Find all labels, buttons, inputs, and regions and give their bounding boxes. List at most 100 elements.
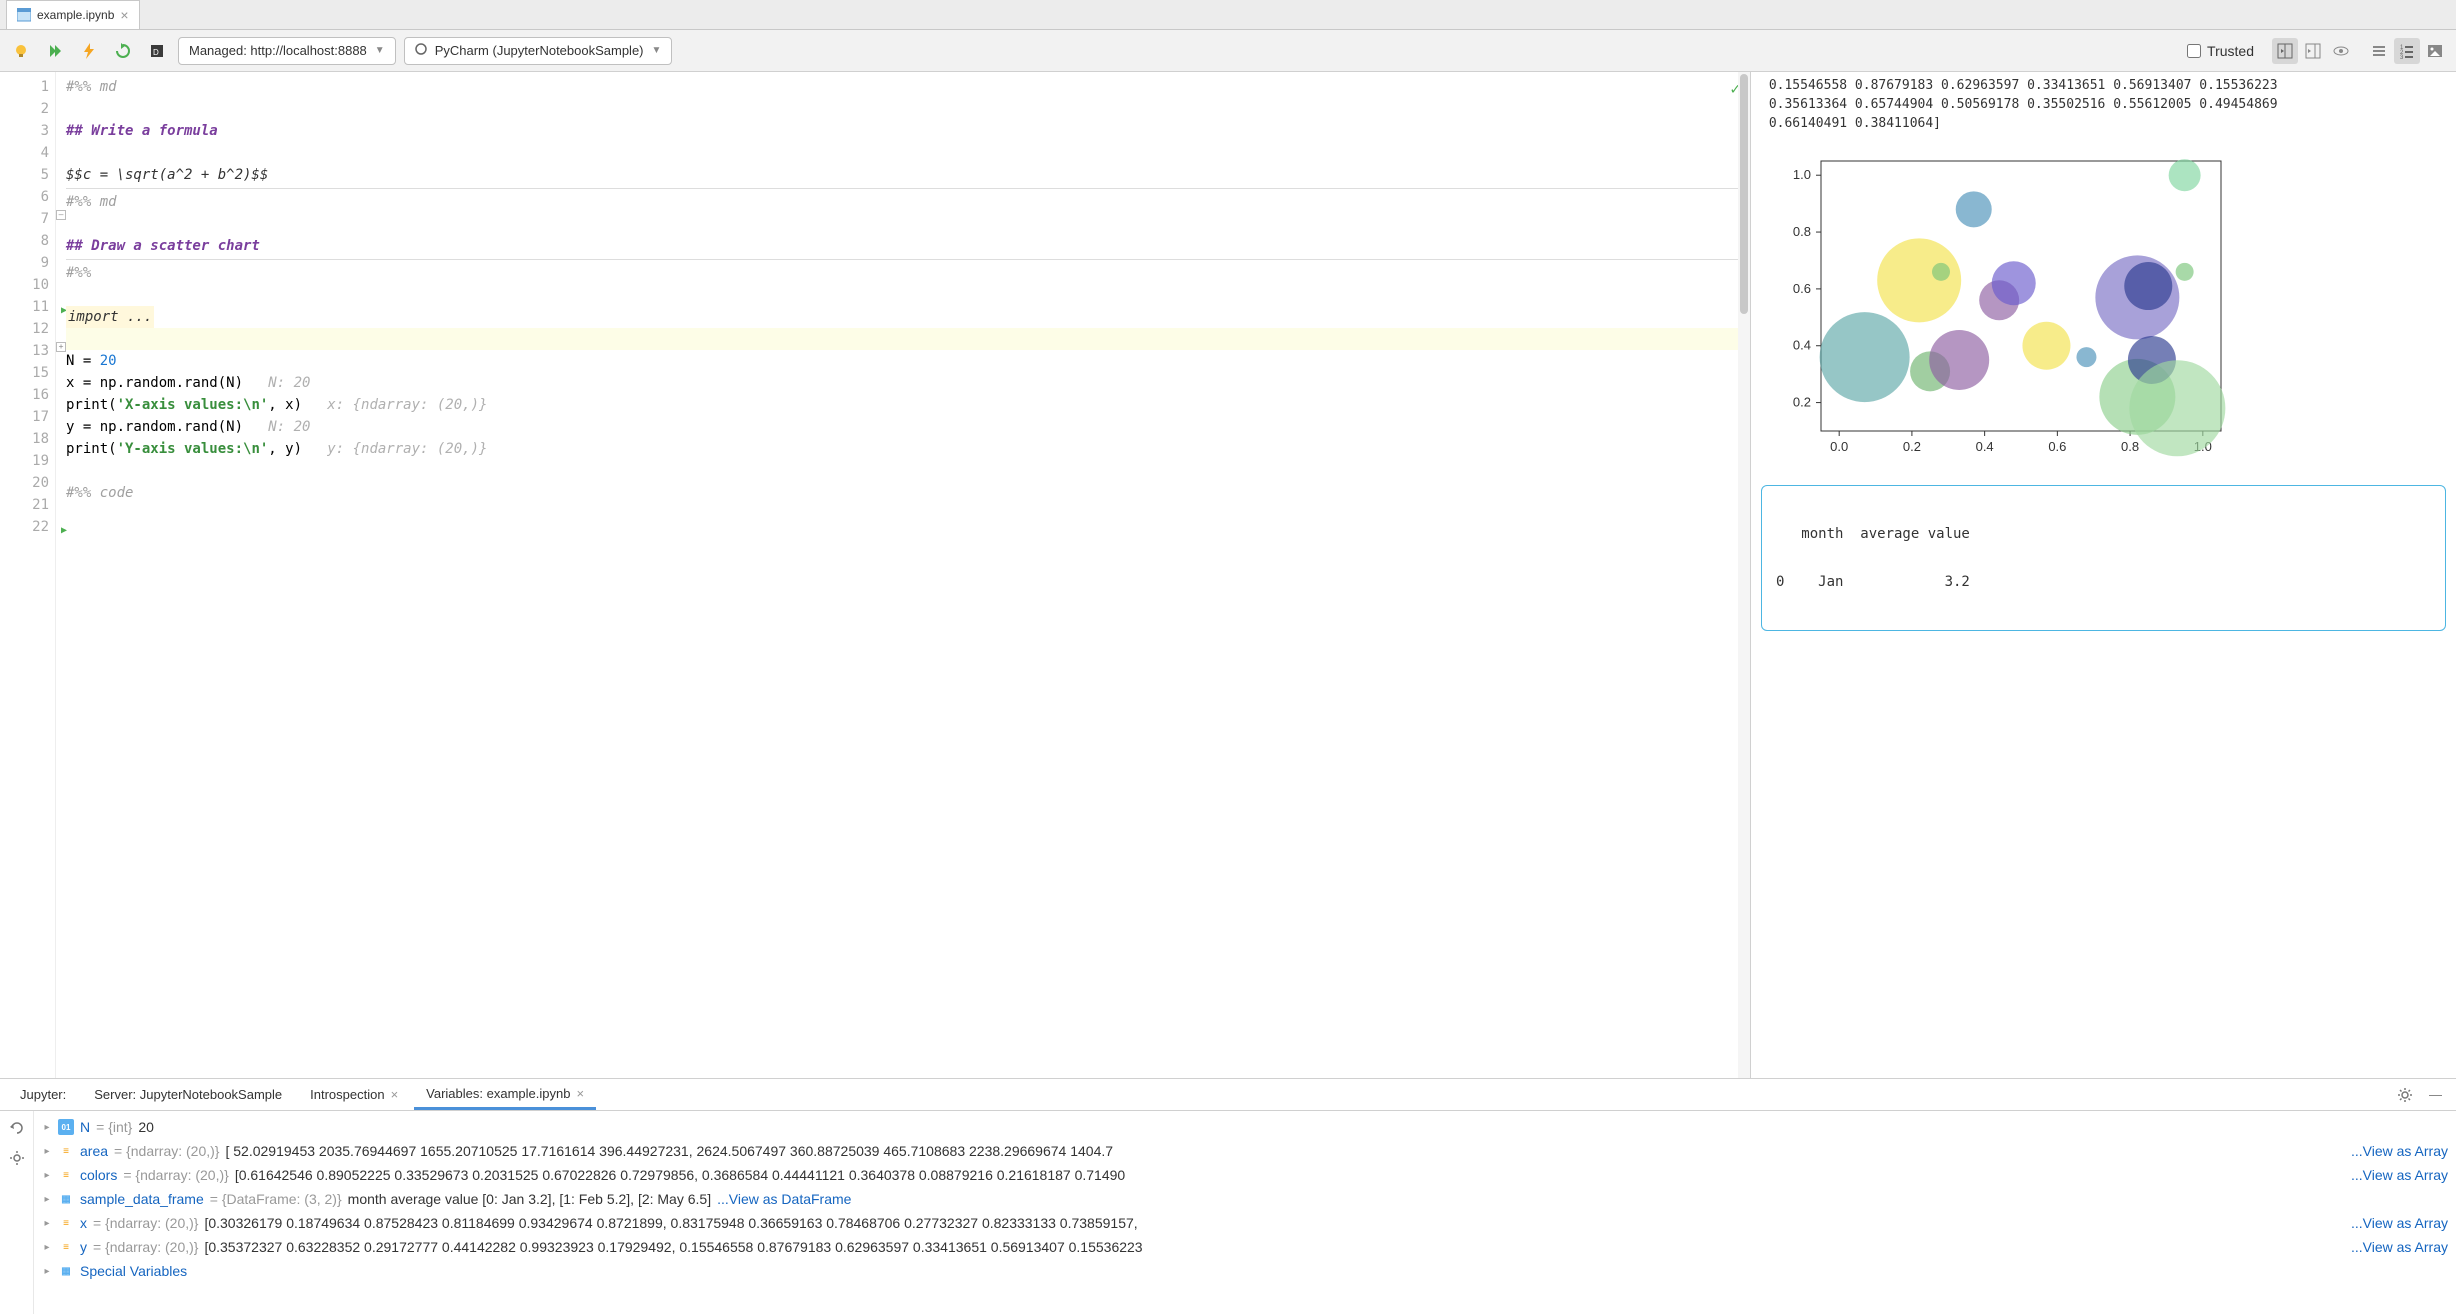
view-as-link[interactable]: ...View as Array: [2343, 1215, 2448, 1231]
var-type: = {ndarray: (20,)}: [114, 1143, 219, 1159]
restart-icon[interactable]: [110, 38, 136, 64]
expand-icon[interactable]: ▸: [42, 1146, 52, 1157]
line-number: 7: [0, 208, 49, 230]
var-type: = {ndarray: (20,)}: [93, 1215, 198, 1231]
variable-row[interactable]: ▸≡area = {ndarray: (20,)} [ 52.02919453 …: [42, 1139, 2448, 1163]
view-as-link[interactable]: ...View as DataFrame: [717, 1191, 851, 1207]
view-as-link[interactable]: ...View as Array: [2343, 1239, 2448, 1255]
gear-icon[interactable]: [2391, 1079, 2419, 1110]
code-line[interactable]: print('X-axis values:\n', x) x: {ndarray…: [66, 394, 1740, 416]
editor-scrollbar[interactable]: [1738, 72, 1750, 1078]
run-all-icon[interactable]: [42, 38, 68, 64]
doc-icon[interactable]: D: [144, 38, 170, 64]
svg-text:0.6: 0.6: [2048, 439, 2066, 454]
line-number: 12: [0, 318, 49, 340]
jupyter-file-icon: [17, 8, 31, 22]
line-number: 22▶: [0, 516, 49, 538]
bottom-tab-bar: Jupyter: Server: JupyterNotebookSample I…: [0, 1079, 2456, 1111]
svg-text:0.2: 0.2: [1903, 439, 1921, 454]
var-type-icon: ≡: [58, 1143, 74, 1159]
server-dropdown[interactable]: Managed: http://localhost:8888 ▼: [178, 37, 396, 65]
code-line[interactable]: [66, 284, 1740, 306]
editor-gutter: 1234567891011▶12131516171819202122▶: [0, 72, 56, 1078]
close-icon[interactable]: ×: [120, 7, 128, 23]
code-line[interactable]: y = np.random.rand(N) N: 20: [66, 416, 1740, 438]
code-line[interactable]: #%% md: [66, 76, 1740, 98]
variable-row[interactable]: ▸≡colors = {ndarray: (20,)} [0.61642546 …: [42, 1163, 2448, 1187]
code-line[interactable]: [66, 328, 1740, 350]
variable-row[interactable]: ▸01N = {int} 20: [42, 1115, 2448, 1139]
code-line[interactable]: N = 20: [66, 350, 1740, 372]
expand-icon[interactable]: ▸: [42, 1218, 52, 1229]
line-number: 6: [0, 186, 49, 208]
code-line[interactable]: x = np.random.rand(N) N: 20: [66, 372, 1740, 394]
code-line[interactable]: import ...: [66, 306, 1740, 328]
bulb-icon[interactable]: [8, 38, 34, 64]
expand-icon[interactable]: ▸: [42, 1194, 52, 1205]
tab-server[interactable]: Server: JupyterNotebookSample: [82, 1079, 294, 1110]
trusted-checkbox[interactable]: Trusted: [2187, 43, 2254, 59]
trusted-checkbox-input[interactable]: [2187, 44, 2201, 58]
var-type: = {int}: [96, 1119, 132, 1135]
var-type-icon: ≡: [58, 1167, 74, 1183]
kernel-status-icon: [415, 43, 427, 58]
expand-icon[interactable]: ▸: [42, 1122, 52, 1133]
var-type: = {ndarray: (20,)}: [93, 1239, 198, 1255]
dataframe-output: month average value 0 Jan 3.2: [1761, 485, 2446, 631]
df-row: 0 Jan 3.2: [1776, 574, 2431, 590]
bottom-side-toolbar: [0, 1111, 34, 1314]
line-number: 3: [0, 120, 49, 142]
layout-split-icon[interactable]: [2272, 38, 2298, 64]
line-number: 17: [0, 406, 49, 428]
code-line[interactable]: [66, 460, 1740, 482]
list-numbered-icon[interactable]: 123: [2394, 38, 2420, 64]
code-line[interactable]: [66, 213, 1740, 235]
close-icon[interactable]: ×: [576, 1086, 584, 1101]
preview-icon[interactable]: [2328, 38, 2354, 64]
code-line[interactable]: [66, 142, 1740, 164]
expand-icon[interactable]: ▸: [42, 1266, 52, 1277]
list-icon[interactable]: [2366, 38, 2392, 64]
refresh-icon[interactable]: [6, 1117, 28, 1139]
line-number: 10: [0, 274, 49, 296]
lightning-icon[interactable]: [76, 38, 102, 64]
code-line[interactable]: print('Y-axis values:\n', y) y: {ndarray…: [66, 438, 1740, 460]
line-number: 8: [0, 230, 49, 252]
variable-row[interactable]: ▸▦Special Variables: [42, 1259, 2448, 1283]
view-as-link[interactable]: ...View as Array: [2343, 1167, 2448, 1183]
line-number: 20: [0, 472, 49, 494]
output-preview: 0.15546558 0.87679183 0.62963597 0.33413…: [1750, 72, 2456, 1078]
image-icon[interactable]: [2422, 38, 2448, 64]
minimize-icon[interactable]: —: [2423, 1079, 2448, 1110]
code-editor[interactable]: 1234567891011▶12131516171819202122▶ +– ✓…: [0, 72, 1750, 1078]
tab-variables[interactable]: Variables: example.ipynb ×: [414, 1079, 596, 1110]
expand-icon[interactable]: ▸: [42, 1170, 52, 1181]
scroll-thumb[interactable]: [1740, 74, 1748, 314]
code-line[interactable]: $$c = \sqrt(a^2 + b^2)$$: [66, 164, 1740, 186]
tab-introspection-label: Introspection: [310, 1087, 384, 1102]
server-dropdown-label: Managed: http://localhost:8888: [189, 43, 367, 58]
kernel-dropdown[interactable]: PyCharm (JupyterNotebookSample) ▼: [404, 37, 673, 65]
scatter-chart: 0.00.20.40.60.81.00.20.40.60.81.0: [1761, 151, 2446, 471]
svg-text:0.0: 0.0: [1830, 439, 1848, 454]
svg-text:0.2: 0.2: [1793, 395, 1811, 410]
code-line[interactable]: [66, 98, 1740, 120]
file-tab[interactable]: example.ipynb ×: [6, 0, 140, 29]
code-line[interactable]: #%% code: [66, 482, 1740, 504]
line-number: 2: [0, 98, 49, 120]
code-line[interactable]: ## Write a formula: [66, 120, 1740, 142]
line-number: 1: [0, 76, 49, 98]
variable-row[interactable]: ▸≡x = {ndarray: (20,)} [0.30326179 0.187…: [42, 1211, 2448, 1235]
tab-introspection[interactable]: Introspection ×: [298, 1079, 410, 1110]
view-as-link[interactable]: ...View as Array: [2343, 1143, 2448, 1159]
settings-icon[interactable]: [6, 1147, 28, 1169]
code-line[interactable]: #%%: [66, 262, 1740, 284]
expand-icon[interactable]: ▸: [42, 1242, 52, 1253]
close-icon[interactable]: ×: [391, 1087, 399, 1102]
variable-row[interactable]: ▸≡y = {ndarray: (20,)} [0.35372327 0.632…: [42, 1235, 2448, 1259]
layout-right-icon[interactable]: [2300, 38, 2326, 64]
code-line[interactable]: #%% md: [66, 191, 1740, 213]
variable-row[interactable]: ▸▦sample_data_frame = {DataFrame: (3, 2)…: [42, 1187, 2448, 1211]
svg-text:0.8: 0.8: [2121, 439, 2139, 454]
code-line[interactable]: ## Draw a scatter chart: [66, 235, 1740, 257]
